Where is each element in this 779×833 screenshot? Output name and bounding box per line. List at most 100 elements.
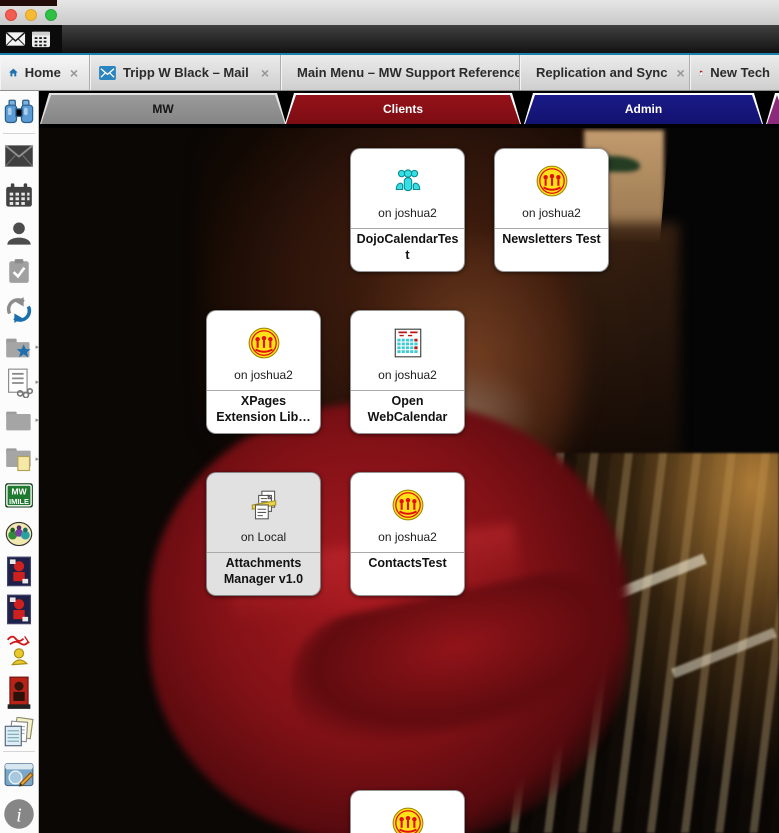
tab-label: Clients <box>285 93 521 124</box>
tile-title: Open WebCalendar <box>351 391 464 425</box>
workspace-tab-clients[interactable]: Clients <box>285 93 521 124</box>
tab-label: Admin <box>524 93 763 124</box>
designer-icon <box>4 760 34 788</box>
tab-new-tech[interactable]: New Tech <box>690 55 779 90</box>
sidebar-item-people-database[interactable] <box>2 517 36 551</box>
replication-icon <box>5 296 33 324</box>
sidebar-item-notepads-database[interactable] <box>2 715 36 749</box>
notes-client-window: Home × Tripp W Black – Mail × Main Menu … <box>0 0 779 833</box>
zoom-window-button[interactable] <box>45 9 57 21</box>
todo-icon <box>6 257 32 285</box>
signature-icon <box>4 633 34 667</box>
window-titlebar <box>0 0 779 25</box>
bookmark-sidebar: ▸ ▸ ▸ <box>0 91 39 833</box>
database-tile-xpages-extension[interactable]: on joshua2 XPages Extension Lib… <box>206 310 321 434</box>
red-figure-icon <box>5 676 33 710</box>
notes-people-icon <box>535 164 569 198</box>
svg-text:MW: MW <box>11 486 27 496</box>
mail-icon <box>5 30 26 48</box>
sidebar-item-red-database-1[interactable] <box>2 555 36 589</box>
attachments-icon <box>247 488 281 522</box>
traffic-lights <box>5 9 57 21</box>
database-tile-dojocalendartest[interactable]: on joshua2 DojoCalendarTest <box>350 148 465 272</box>
database-tile-attachments-manager[interactable]: on Local Attachments Manager v1.0 <box>206 472 321 596</box>
close-tab-icon[interactable]: × <box>259 65 271 81</box>
open-mail-button[interactable] <box>3 28 27 50</box>
minimize-window-button[interactable] <box>25 9 37 21</box>
workspace-main: MW Clients Admin <box>39 91 779 833</box>
tile-title: XPages Extension Lib… <box>207 391 320 425</box>
content-area: ▸ ▸ ▸ <box>0 91 779 833</box>
sidebar-item-designer[interactable] <box>2 757 36 791</box>
sidebar-item-info[interactable]: i <box>2 797 36 831</box>
calendar-icon <box>31 30 51 48</box>
mail-icon <box>4 144 34 168</box>
sidebar-item-replication[interactable] <box>2 293 36 327</box>
mw-sign-icon: MW IMILE <box>4 481 34 511</box>
tile-title: ContactsTest <box>351 553 464 572</box>
svg-text:IMILE: IMILE <box>9 497 29 506</box>
workspace-tab-mw[interactable]: MW <box>40 93 286 124</box>
sidebar-item-folder[interactable]: ▸ <box>2 404 36 438</box>
sidebar-item-search[interactable] <box>2 95 36 129</box>
sidebar-divider <box>3 133 35 134</box>
close-window-button[interactable] <box>5 9 17 21</box>
red-db-icon <box>5 556 33 588</box>
workspace-tab-admin[interactable]: Admin <box>524 93 763 124</box>
tab-home[interactable]: Home × <box>0 55 90 90</box>
sidebar-item-doc-links[interactable]: ▸ <box>2 366 36 400</box>
workspace-wallpaper: on joshua2 DojoCalendarTest <box>39 128 779 833</box>
people-globe-icon <box>4 519 34 549</box>
tile-location: on joshua2 <box>351 530 464 544</box>
app-toolbar <box>0 25 779 55</box>
search-binoculars-icon <box>4 99 34 125</box>
sidebar-item-todo[interactable] <box>2 254 36 288</box>
database-tile-newsletters-test[interactable]: on joshua2 Newsletters Test <box>494 148 609 272</box>
info-icon: i <box>3 798 35 830</box>
document-tab-bar: Home × Tripp W Black – Mail × Main Menu … <box>0 55 779 91</box>
red-doc-icon <box>699 65 703 81</box>
folder-icon <box>5 409 33 433</box>
notepads-icon <box>3 717 35 747</box>
workspace-tab-bar: MW Clients Admin <box>39 91 779 128</box>
folder-note-icon <box>5 446 33 474</box>
database-tile-open-webcalendar[interactable]: on joshua2 Open WebCalendar <box>350 310 465 434</box>
tab-label: Replication and Sync <box>536 65 667 80</box>
contacts-icon <box>5 219 33 247</box>
tab-main-menu[interactable]: Main Menu – MW Support Reference × <box>281 55 520 90</box>
open-calendar-button[interactable] <box>29 28 53 50</box>
document-link-icon <box>5 368 33 398</box>
close-tab-icon[interactable]: × <box>674 65 686 81</box>
database-tile-partial[interactable] <box>350 790 465 833</box>
sidebar-item-calendar[interactable] <box>2 178 36 212</box>
sidebar-item-red-database-2[interactable] <box>2 593 36 627</box>
background-window-edge <box>0 0 57 6</box>
sidebar-item-mw-database[interactable]: MW IMILE <box>2 479 36 513</box>
database-tile-contactstest[interactable]: on joshua2 ContactsTest <box>350 472 465 596</box>
webcalendar-icon <box>391 326 425 360</box>
notes-people-icon <box>247 326 281 360</box>
notes-people-icon <box>391 806 425 833</box>
tile-location: on joshua2 <box>351 206 464 220</box>
tab-replication[interactable]: Replication and Sync × <box>520 55 690 90</box>
tab-label: Home <box>25 65 61 80</box>
tile-title: DojoCalendarTest <box>351 229 464 263</box>
sidebar-item-folder-notes[interactable]: ▸ <box>2 443 36 477</box>
people-teal-icon <box>391 164 425 198</box>
tab-mail[interactable]: Tripp W Black – Mail × <box>90 55 281 90</box>
sidebar-divider <box>3 751 35 752</box>
tile-title: Attachments Manager v1.0 <box>207 553 320 587</box>
tab-label: Main Menu – MW Support Reference <box>297 65 520 80</box>
close-tab-icon[interactable]: × <box>68 65 80 81</box>
tab-label: New Tech <box>710 65 770 80</box>
tile-title: Newsletters Test <box>495 229 608 248</box>
sidebar-item-signature-database[interactable] <box>2 633 36 667</box>
sidebar-item-mail[interactable] <box>2 139 36 173</box>
sidebar-item-contacts[interactable] <box>2 216 36 250</box>
sidebar-item-red-figure-database[interactable] <box>2 676 36 710</box>
sidebar-item-bookmarks[interactable]: ▸ <box>2 331 36 365</box>
workspace-tab-partial[interactable] <box>766 93 779 124</box>
mail-tab-icon <box>99 66 116 80</box>
tile-location: on Local <box>207 530 320 544</box>
bookmark-folder-icon <box>5 335 33 361</box>
